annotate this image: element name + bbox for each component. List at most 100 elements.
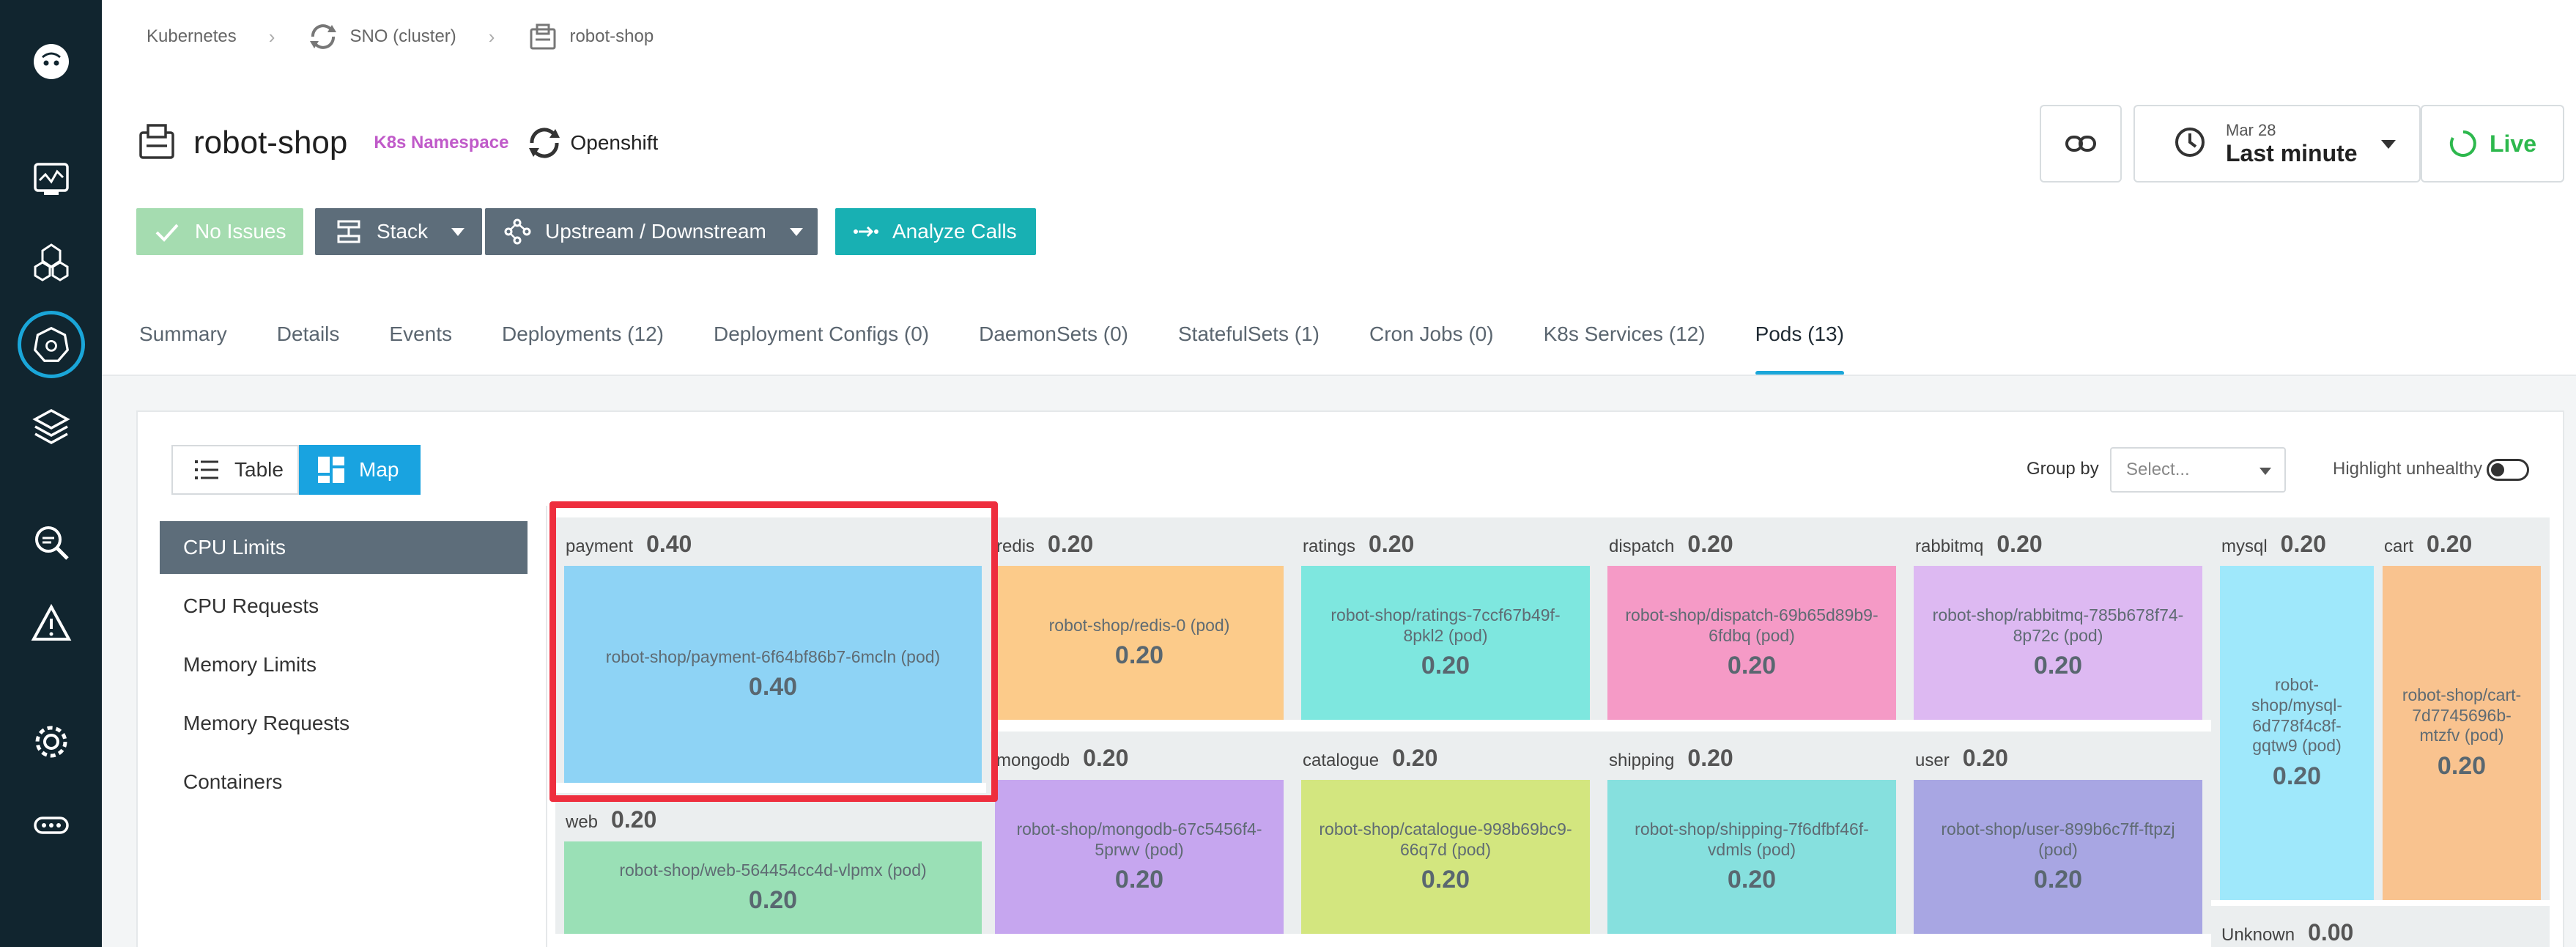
copy-link-button[interactable] [2040,105,2122,183]
tab-k8s-services[interactable]: K8s Services (12) [1544,323,1706,375]
pod-box[interactable]: robot-shop/dispatch-69b65d89b9-6fdbq (po… [1607,566,1896,720]
list-icon [195,460,218,479]
kubernetes-icon[interactable] [0,308,102,381]
tab-cron-jobs[interactable]: Cron Jobs (0) [1369,323,1494,375]
applications-icon[interactable] [0,224,102,298]
namespace-icon [136,121,177,166]
pod-box[interactable]: robot-shop/redis-0 (pod) 0.20 [995,566,1284,720]
treemap-tile-dispatch[interactable]: dispatch 0.20 robot-shop/dispatch-69b65d8… [1599,517,1905,720]
live-spinner-icon [2449,130,2476,157]
tab-pods[interactable]: Pods (13) [1755,323,1845,375]
group-by-select[interactable]: Select... [2110,447,2286,493]
instana-logo-icon[interactable] [0,25,102,98]
infrastructure-icon[interactable] [0,390,102,463]
link-icon [2065,136,2096,152]
metric-memory-requests[interactable]: Memory Requests [160,697,528,750]
treemap-tile-ratings[interactable]: ratings 0.20 robot-shop/ratings-7ccf67b49… [1292,517,1599,720]
tab-details[interactable]: Details [277,323,340,375]
pod-box[interactable]: robot-shop/ratings-7ccf67b49f-8pkl2 (pod… [1301,566,1590,720]
metric-containers[interactable]: Containers [160,756,528,808]
upstream-downstream-button[interactable]: Upstream / Downstream [485,208,818,255]
metric-cpu-limits[interactable]: CPU Limits [160,521,528,574]
treemap-icon [318,457,344,483]
breadcrumb-label[interactable]: robot-shop [569,26,654,47]
tile-name: shipping [1609,751,1675,770]
treemap-tile-cart[interactable]: cart 0.20 robot-shop/cart-7d7745696b-mtzf… [2374,517,2550,900]
pod-value: 0.20 [2272,762,2322,790]
pod-box[interactable]: robot-shop/web-564454cc4d-vlpmx (pod) 0.… [564,841,982,934]
breadcrumb-cluster[interactable]: SNO (cluster) [307,21,456,53]
treemap-tile-redis[interactable]: redis 0.20 robot-shop/redis-0 (pod) 0.20 [986,517,1292,720]
treemap-tile-rabbitmq[interactable]: rabbitmq 0.20 robot-shop/rabbitmq-785b678… [1905,517,2211,720]
tab-statefulsets[interactable]: StatefulSets (1) [1178,323,1320,375]
pod-name: robot-shop/mongodb-67c5456f4-5prwv (pod) [1016,819,1262,859]
settings-gear-icon[interactable] [0,705,102,778]
treemap-tile-web[interactable]: web 0.20 robot-shop/web-564454cc4d-vlpmx … [555,793,991,934]
no-issues-button[interactable]: No Issues [136,208,303,255]
pod-name: robot-shop/rabbitmq-785b678f74-8p72c (po… [1932,605,2184,645]
pod-name: robot-shop/cart-7d7745696b-mtzfv (pod) [2402,685,2522,745]
map-view-button[interactable]: Map [299,445,421,495]
pod-box[interactable]: robot-shop/shipping-7f6dfbf46f-vdmls (po… [1607,780,1896,934]
title-row: robot-shop K8s Namespace Openshift [136,117,658,169]
analytics-search-icon[interactable] [0,506,102,579]
table-view-button[interactable]: Table [171,445,299,495]
tile-value: 0.20 [1392,745,1438,771]
treemap-tile-shipping[interactable]: shipping 0.20 robot-shop/shipping-7f6dfbf… [1599,732,1905,934]
live-button[interactable]: Live [2421,105,2564,183]
namespace-icon [530,23,556,50]
pod-box[interactable]: robot-shop/cart-7d7745696b-mtzfv (pod) 0… [2383,566,2541,900]
analyze-calls-button[interactable]: Analyze Calls [835,208,1036,255]
pod-box[interactable]: robot-shop/rabbitmq-785b678f74-8p72c (po… [1914,566,2202,720]
more-icon[interactable] [0,789,102,862]
group-by-label: Group by [2027,459,2099,479]
pod-box[interactable]: robot-shop/mongodb-67c5456f4-5prwv (pod)… [995,780,1284,934]
treemap-tile-catalogue[interactable]: catalogue 0.20 robot-shop/catalogue-998b6… [1292,732,1599,934]
time-range-picker[interactable]: Mar 28 Last minute [2133,105,2421,183]
breadcrumb-label[interactable]: SNO (cluster) [349,26,456,47]
tab-bar: Summary Details Events Deployments (12) … [139,323,1894,375]
tab-deployments[interactable]: Deployments (12) [502,323,664,375]
treemap-tile-mysql[interactable]: mysql 0.20 robot-shop/mysql-6d778f4c8f-gq… [2211,517,2383,900]
pod-value: 0.20 [1421,652,1470,680]
highlight-unhealthy-toggle[interactable] [2487,459,2529,481]
treemap-tile-user[interactable]: user 0.20 robot-shop/user-899b6c7ff-ftpzj… [1905,732,2211,934]
treemap-tile-unknown[interactable]: Unknown 0.00 [2211,906,2550,947]
chevron-right-icon: › [268,25,275,48]
tile-name: payment [566,537,634,556]
stack-icon [337,220,360,243]
check-icon [155,224,179,242]
breadcrumb-kubernetes[interactable]: Kubernetes [147,26,237,47]
treemap-tile-mongodb[interactable]: mongodb 0.20 robot-shop/mongodb-67c5456f4… [986,732,1292,934]
tile-name: catalogue [1303,751,1380,770]
pod-value: 0.20 [2033,652,2083,680]
clock-icon [2173,125,2207,163]
tile-value: 0.20 [1369,531,1415,557]
dashboard-icon[interactable] [0,142,102,215]
pod-name: robot-shop/mysql-6d778f4c8f-gqtw9 (pod) [2251,675,2342,756]
highlight-unhealthy-label: Highlight unhealthy [2333,459,2483,479]
dependency-graph-icon [504,218,531,245]
stack-button[interactable]: Stack [315,208,482,255]
events-warning-icon[interactable] [0,586,102,660]
tile-name: ratings [1303,537,1356,556]
metric-memory-limits[interactable]: Memory Limits [160,638,528,691]
breadcrumb-namespace[interactable]: robot-shop [527,21,654,53]
time-date: Mar 28 [2226,120,2276,139]
metric-cpu-requests[interactable]: CPU Requests [160,580,528,633]
pod-box[interactable]: robot-shop/mysql-6d778f4c8f-gqtw9 (pod) … [2220,566,2374,900]
pod-box[interactable]: robot-shop/payment-6f64bf86b7-6mcln (pod… [564,566,982,783]
tile-name: dispatch [1609,537,1675,556]
breadcrumb-label[interactable]: Kubernetes [147,26,237,47]
tab-deployment-configs[interactable]: Deployment Configs (0) [714,323,929,375]
treemap-tile-payment[interactable]: payment 0.40 robot-shop/payment-6f64bf86b… [555,517,991,783]
pod-name: robot-shop/redis-0 (pod) [1048,615,1230,635]
openshift-icon [529,128,560,158]
pod-box[interactable]: robot-shop/user-899b6c7ff-ftpzj (pod) 0.… [1914,780,2202,934]
tab-daemonsets[interactable]: DaemonSets (0) [979,323,1128,375]
tab-summary[interactable]: Summary [139,323,227,375]
chevron-down-icon [2381,140,2396,149]
tab-events[interactable]: Events [389,323,452,375]
tile-value: 0.20 [2427,531,2473,557]
pod-box[interactable]: robot-shop/catalogue-998b69bc9-66q7d (po… [1301,780,1590,934]
